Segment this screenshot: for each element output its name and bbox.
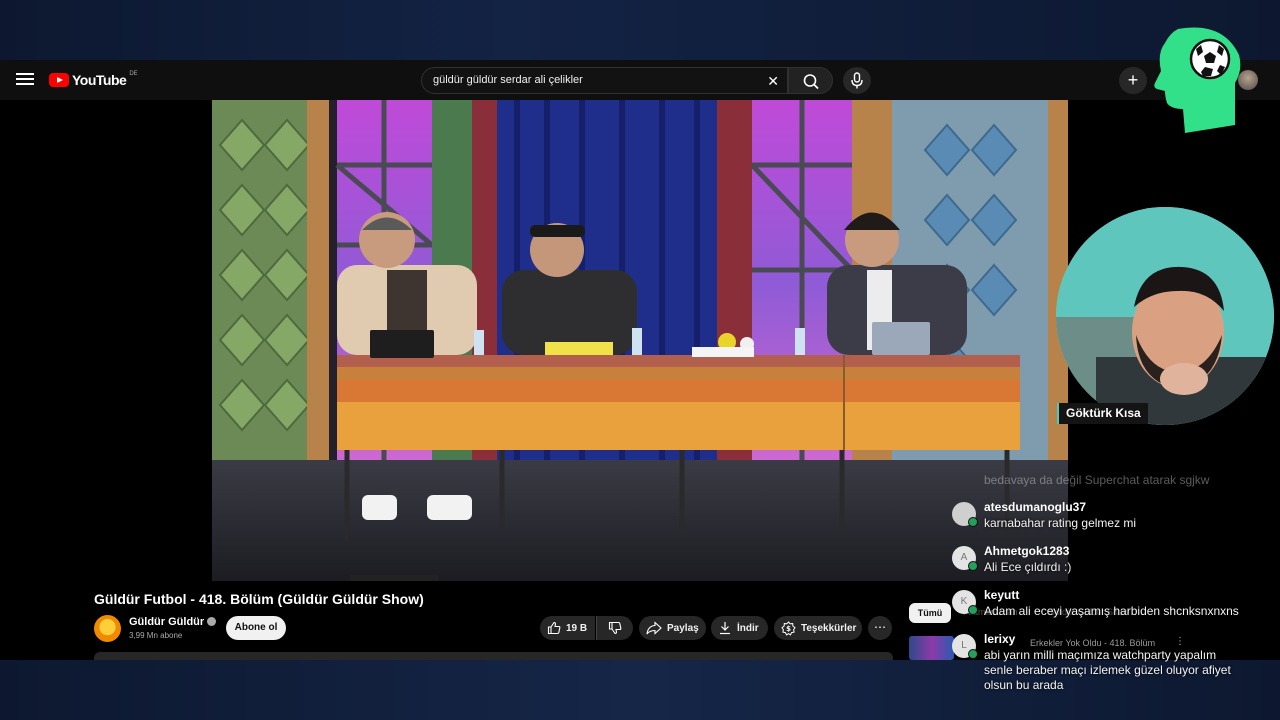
voice-search-button[interactable] bbox=[843, 67, 871, 94]
logo-graphic bbox=[1154, 27, 1241, 134]
svg-text:$: $ bbox=[786, 625, 791, 633]
related-video-thumbnail[interactable] bbox=[909, 636, 954, 660]
streamer-webcam bbox=[1056, 207, 1274, 425]
chat-avatar: A bbox=[952, 546, 978, 571]
search-icon bbox=[803, 74, 819, 90]
search-input[interactable]: güldür güldür serdar ali çelikler ✕ bbox=[421, 67, 788, 94]
microphone-icon bbox=[851, 72, 863, 89]
chat-avatar: K bbox=[952, 590, 978, 615]
menu-icon[interactable] bbox=[14, 70, 36, 90]
chat-text-line-1: abi yarın milli maçımıza watchparty yapa… bbox=[984, 648, 1217, 662]
chat-message-faded: bedavaya da değil Superchat atarak sgjkw bbox=[984, 473, 1210, 487]
chat-avatar bbox=[952, 502, 978, 527]
logo-text: YouTube bbox=[72, 72, 127, 88]
logo-country: DE bbox=[129, 71, 138, 77]
head-football-logo-icon bbox=[1143, 25, 1243, 134]
super-thanks-icon: $ bbox=[781, 620, 796, 636]
download-label: İndir bbox=[737, 622, 759, 634]
description-box[interactable] bbox=[94, 652, 893, 660]
related-video-title[interactable]: Erkekler Yok Oldu - 418. Bölüm bbox=[1030, 638, 1155, 648]
member-badge-icon bbox=[968, 649, 978, 659]
video-frame bbox=[212, 100, 1068, 581]
thumbs-down-icon bbox=[608, 621, 622, 635]
like-count: 19 B bbox=[566, 622, 588, 634]
chat-avatar: L bbox=[952, 634, 978, 659]
masthead: YouTube DE güldür güldür serdar ali çeli… bbox=[0, 60, 1280, 100]
verified-icon bbox=[207, 617, 217, 626]
chat-username: keyutt bbox=[984, 588, 1020, 602]
channel-avatar[interactable] bbox=[94, 615, 121, 642]
more-actions-icon[interactable]: ⋯ bbox=[868, 616, 892, 640]
thumbs-up-icon bbox=[547, 621, 561, 635]
channel-name-text: Güldür Güldür bbox=[129, 616, 205, 628]
clear-icon[interactable]: ✕ bbox=[767, 73, 779, 90]
chat-text-line-2: senle beraber maçı izlemek güzel oluyor … bbox=[984, 663, 1231, 677]
subscribe-button[interactable]: Abone ol bbox=[226, 616, 286, 640]
member-badge-icon bbox=[968, 561, 978, 571]
chat-text: Adam ali eceyi yaşamış harbiden shcnksnx… bbox=[984, 604, 1239, 618]
youtube-logo[interactable]: YouTube DE bbox=[49, 71, 138, 89]
share-label: Paylaş bbox=[667, 622, 699, 634]
thanks-label: Teşekkürler bbox=[801, 622, 857, 634]
webcam-feed bbox=[1056, 207, 1274, 425]
chat-text: Ali Ece çıldırdı :) bbox=[984, 560, 1072, 574]
share-button[interactable]: Paylaş bbox=[639, 616, 706, 640]
chat-username: atesdumanoglu37 bbox=[984, 500, 1087, 514]
like-button[interactable]: 19 B bbox=[540, 616, 595, 640]
chat-username: lerixy bbox=[984, 632, 1016, 646]
thanks-button[interactable]: $ Teşekkürler bbox=[774, 616, 862, 640]
download-icon bbox=[720, 622, 730, 635]
download-button[interactable]: İndir bbox=[711, 616, 768, 640]
video-player[interactable] bbox=[212, 100, 1068, 581]
stream-top-band bbox=[0, 0, 1280, 60]
dislike-button[interactable] bbox=[596, 616, 633, 640]
related-more-icon[interactable]: ⋮ bbox=[1175, 636, 1185, 647]
chat-text-line-3: olsun bu arada bbox=[984, 678, 1064, 692]
youtube-play-icon bbox=[49, 73, 69, 87]
chat-username: Ahmetgok1283 bbox=[984, 544, 1070, 558]
member-badge-icon bbox=[968, 517, 978, 527]
streamer-name-label: Göktürk Kısa bbox=[1057, 403, 1148, 424]
search-button[interactable] bbox=[788, 67, 833, 94]
member-badge-icon bbox=[968, 605, 978, 615]
search-query: güldür güldür serdar ali çelikler bbox=[433, 74, 583, 86]
share-icon bbox=[646, 621, 662, 635]
chip-all[interactable]: Tümü bbox=[909, 603, 951, 623]
channel-name[interactable]: Güldür Güldür bbox=[129, 616, 217, 628]
video-title: Güldür Futbol - 418. Bölüm (Güldür Güldü… bbox=[94, 591, 424, 607]
chat-text: karnabahar rating gelmez mi bbox=[984, 516, 1137, 530]
subscriber-count: 3,99 Mn abone bbox=[129, 631, 183, 640]
